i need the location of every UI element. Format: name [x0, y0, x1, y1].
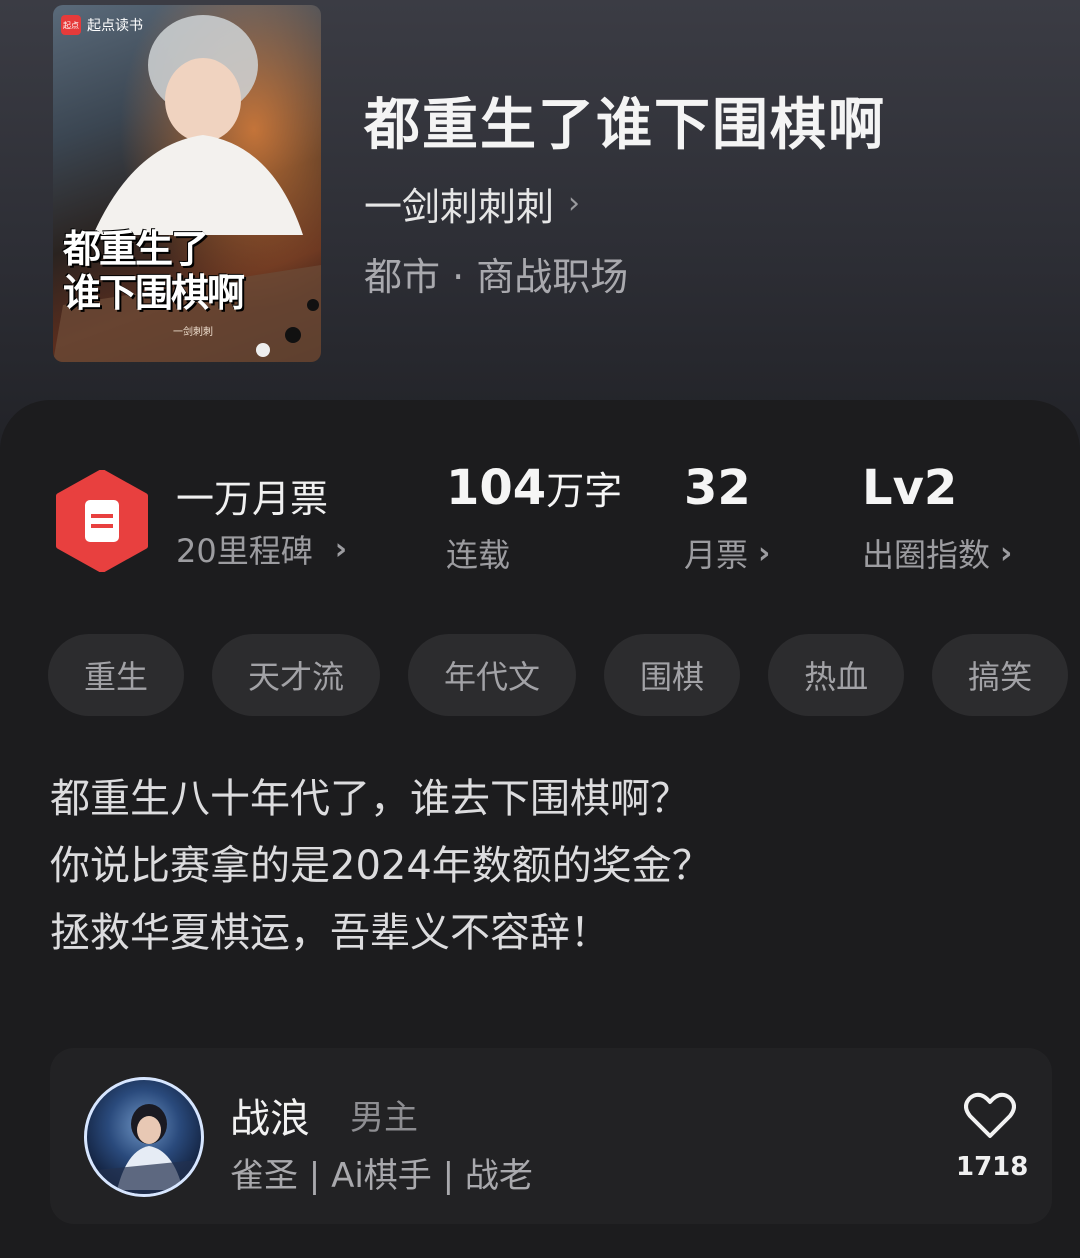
tag-item[interactable]: 重生 — [48, 634, 185, 716]
level-label: 出圈指数 — [862, 536, 991, 574]
level-link[interactable]: 出圈指数 › — [862, 530, 1012, 576]
author-name: 一剑刺刺刺 — [364, 185, 555, 229]
monthly-ticket-title: 一万月票 — [176, 477, 329, 521]
cover-title-line2: 谁下围棋啊 — [63, 270, 245, 315]
tag-list: 重生 天才流 年代文 围棋 热血 搞笑 — [48, 634, 1069, 716]
monthly-ticket-badge-icon — [56, 470, 148, 572]
description-line: 你说比赛拿的是2024年数额的奖金？ — [50, 843, 712, 889]
heart-icon[interactable] — [964, 1092, 1016, 1140]
character-tags: 雀圣 | Ai棋手 | 战老 — [230, 1156, 533, 1196]
tag-item[interactable]: 天才流 — [212, 634, 381, 716]
qidian-logo-icon: 起点 — [61, 15, 81, 35]
tag-item[interactable]: 围棋 — [604, 634, 741, 716]
chevron-right-icon: › — [334, 531, 348, 567]
word-count: 104万字 — [446, 460, 622, 516]
cover-brand-label: 起点读书 — [87, 18, 143, 34]
character-role: 男主 — [350, 1098, 418, 1138]
chevron-right-icon: › — [568, 186, 581, 221]
word-count-unit: 万字 — [546, 469, 623, 513]
book-detail-page: 起点 起点读书 都重生了 谁下围棋啊 一剑刺刺 都重生了谁下围棋啊 一剑刺刺刺 … — [0, 0, 1080, 1258]
word-count-value: 104 — [446, 460, 547, 516]
book-title: 都重生了谁下围棋啊 — [364, 92, 886, 158]
book-cover[interactable]: 起点 起点读书 都重生了 谁下围棋啊 一剑刺刺 — [53, 5, 321, 362]
ticket-label: 月票 — [684, 536, 749, 574]
tag-item[interactable]: 搞笑 — [932, 634, 1069, 716]
book-description[interactable]: 都重生八十年代了，谁去下围棋啊？ 你说比赛拿的是2024年数额的奖金？ 拯救华夏… — [50, 766, 1030, 967]
cover-title: 都重生了 谁下围棋啊 — [63, 227, 313, 315]
character-name: 战浪 — [230, 1096, 310, 1142]
tag-item[interactable]: 热血 — [768, 634, 905, 716]
cover-title-line1: 都重生了 — [63, 226, 209, 271]
ticket-count: 32 — [684, 460, 751, 516]
serial-status: 连载 — [446, 530, 510, 576]
description-line: 都重生八十年代了，谁去下围棋啊？ — [50, 776, 690, 822]
author-link[interactable]: 一剑刺刺刺 › — [364, 176, 580, 231]
serial-status-label: 连载 — [446, 536, 511, 574]
character-avatar[interactable] — [84, 1077, 204, 1197]
ticket-link[interactable]: 月票 › — [684, 530, 770, 576]
chevron-right-icon: › — [1000, 535, 1013, 571]
chevron-right-icon: › — [758, 535, 771, 571]
milestone-link[interactable]: 20里程碑 › — [176, 526, 347, 572]
description-line: 拯救华夏棋运，吾辈义不容辞！ — [50, 910, 610, 956]
cover-author: 一剑刺刺 — [173, 327, 213, 338]
genre-label: 都市 · 商战职场 — [364, 255, 629, 299]
level-value: Lv2 — [862, 460, 958, 516]
milestone-label: 20里程碑 — [176, 532, 313, 570]
cover-brand: 起点 起点读书 — [61, 15, 143, 35]
like-count: 1718 — [956, 1152, 1029, 1182]
tag-item[interactable]: 年代文 — [408, 634, 577, 716]
